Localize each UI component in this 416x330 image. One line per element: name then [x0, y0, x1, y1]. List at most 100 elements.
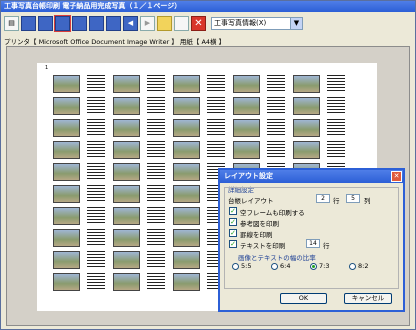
photo-thumb — [173, 119, 200, 137]
photo-caption-text — [147, 207, 165, 225]
photo-caption-text — [147, 119, 165, 137]
prev-page-button[interactable]: ◀ — [123, 15, 138, 31]
ratio-label: 画像とテキストの幅の比率 — [238, 254, 316, 262]
photo-thumb — [53, 141, 80, 159]
layout-dialog: レイアウト設定 ✕ 詳細設定 台帳レイアウト 2 行 5 列 ✓ 空フレームも印… — [218, 168, 405, 312]
printer-icon: ▤ — [8, 19, 15, 27]
photo-thumb — [53, 97, 80, 115]
photo-thumb — [53, 75, 80, 93]
photo-caption-text — [267, 97, 285, 115]
ratio-radio-5-5[interactable] — [232, 263, 239, 270]
photo-caption-text — [267, 141, 285, 159]
photo-thumb — [53, 229, 80, 247]
photo-thumb — [113, 163, 140, 181]
photo-thumb — [173, 185, 200, 203]
photo-thumb — [113, 97, 140, 115]
close-icon: ✕ — [194, 17, 203, 29]
zoom-in-button[interactable] — [157, 15, 172, 31]
ok-button[interactable]: OK — [280, 293, 327, 304]
photo-caption-text — [147, 97, 165, 115]
photo-thumb — [53, 251, 80, 269]
photo-thumb — [233, 75, 260, 93]
ruled-line-checkbox[interactable]: ✓ — [229, 229, 237, 237]
photo-caption-text — [87, 251, 105, 269]
photo-thumb — [293, 141, 320, 159]
layout-1-button[interactable] — [21, 15, 36, 31]
photo-thumb — [113, 141, 140, 159]
photo-thumb — [113, 119, 140, 137]
ratio-radio-6-4[interactable] — [271, 263, 278, 270]
photo-caption-text — [87, 75, 105, 93]
photo-caption-text — [267, 119, 285, 137]
ratio-radio-7-3[interactable] — [310, 263, 317, 270]
chevron-down-icon[interactable]: ▼ — [290, 17, 302, 29]
photo-caption-text — [327, 141, 345, 159]
prev-page-icon: ◀ — [127, 19, 134, 27]
reference-checkbox[interactable]: ✓ — [229, 218, 237, 226]
dialog-close-button[interactable]: ✕ — [391, 171, 402, 182]
layout-3-button[interactable] — [54, 14, 71, 32]
text-rows-input[interactable]: 14 — [306, 239, 320, 248]
photo-caption-text — [147, 273, 165, 291]
photo-thumb — [173, 207, 200, 225]
close-button[interactable]: ✕ — [191, 15, 206, 31]
photo-caption-text — [327, 119, 345, 137]
photo-thumb — [293, 119, 320, 137]
info-select-value: 工事写真情報(X) — [214, 19, 267, 27]
ratio-radio-8-2[interactable] — [349, 263, 356, 270]
photo-thumb — [53, 185, 80, 203]
photo-caption-text — [147, 229, 165, 247]
print-button[interactable]: ▤ — [4, 15, 19, 31]
photo-thumb — [53, 119, 80, 137]
rows-unit: 行 — [333, 197, 340, 205]
photo-thumb — [233, 119, 260, 137]
layout-5-button[interactable] — [89, 15, 104, 31]
empty-frame-checkbox[interactable]: ✓ — [229, 207, 237, 215]
page-mark: 1 — [45, 65, 49, 71]
photo-thumb — [173, 251, 200, 269]
photo-caption-text — [327, 75, 345, 93]
photo-thumb — [113, 251, 140, 269]
photo-caption-text — [207, 141, 225, 159]
next-page-button[interactable]: ▶ — [140, 15, 155, 31]
photo-thumb — [173, 97, 200, 115]
text-print-checkbox[interactable]: ✓ — [229, 240, 237, 248]
photo-thumb — [113, 75, 140, 93]
zoom-out-button[interactable] — [174, 15, 189, 31]
photo-caption-text — [87, 273, 105, 291]
photo-thumb — [233, 141, 260, 159]
reference-label: 参考図を印刷 — [240, 220, 279, 228]
photo-caption-text — [147, 75, 165, 93]
close-icon: ✕ — [393, 172, 400, 180]
ratio-label-5-5: 5:5 — [241, 262, 252, 270]
photo-caption-text — [87, 163, 105, 181]
cancel-button[interactable]: キャンセル — [344, 293, 392, 304]
photo-caption-text — [267, 75, 285, 93]
empty-frame-label: 空フレームも印刷する — [240, 209, 305, 217]
photo-thumb — [113, 185, 140, 203]
dialog-title-text: レイアウト設定 — [224, 172, 273, 180]
photo-caption-text — [147, 185, 165, 203]
layout-6-button[interactable] — [106, 15, 121, 31]
ratio-label-8-2: 8:2 — [358, 262, 369, 270]
photo-thumb — [113, 229, 140, 247]
photo-thumb — [173, 229, 200, 247]
photo-caption-text — [87, 141, 105, 159]
cols-unit: 列 — [364, 197, 371, 205]
photo-caption-text — [147, 251, 165, 269]
photo-thumb — [53, 163, 80, 181]
layout-4-button[interactable] — [72, 15, 87, 31]
preview-area[interactable]: 1 レイアウト設定 ✕ 詳細設定 台帳レイアウト 2 行 5 列 ✓ 空フレーム… — [6, 46, 410, 326]
layout-2-button[interactable] — [38, 15, 53, 31]
photo-thumb — [293, 75, 320, 93]
cols-input[interactable]: 5 — [346, 194, 360, 203]
photo-thumb — [173, 273, 200, 291]
photo-caption-text — [207, 97, 225, 115]
photo-caption-text — [87, 207, 105, 225]
photo-thumb — [113, 273, 140, 291]
photo-thumb — [173, 163, 200, 181]
rows-input[interactable]: 2 — [316, 194, 330, 203]
photo-thumb — [173, 75, 200, 93]
photo-caption-text — [87, 97, 105, 115]
info-select[interactable]: 工事写真情報(X) ▼ — [211, 16, 303, 30]
